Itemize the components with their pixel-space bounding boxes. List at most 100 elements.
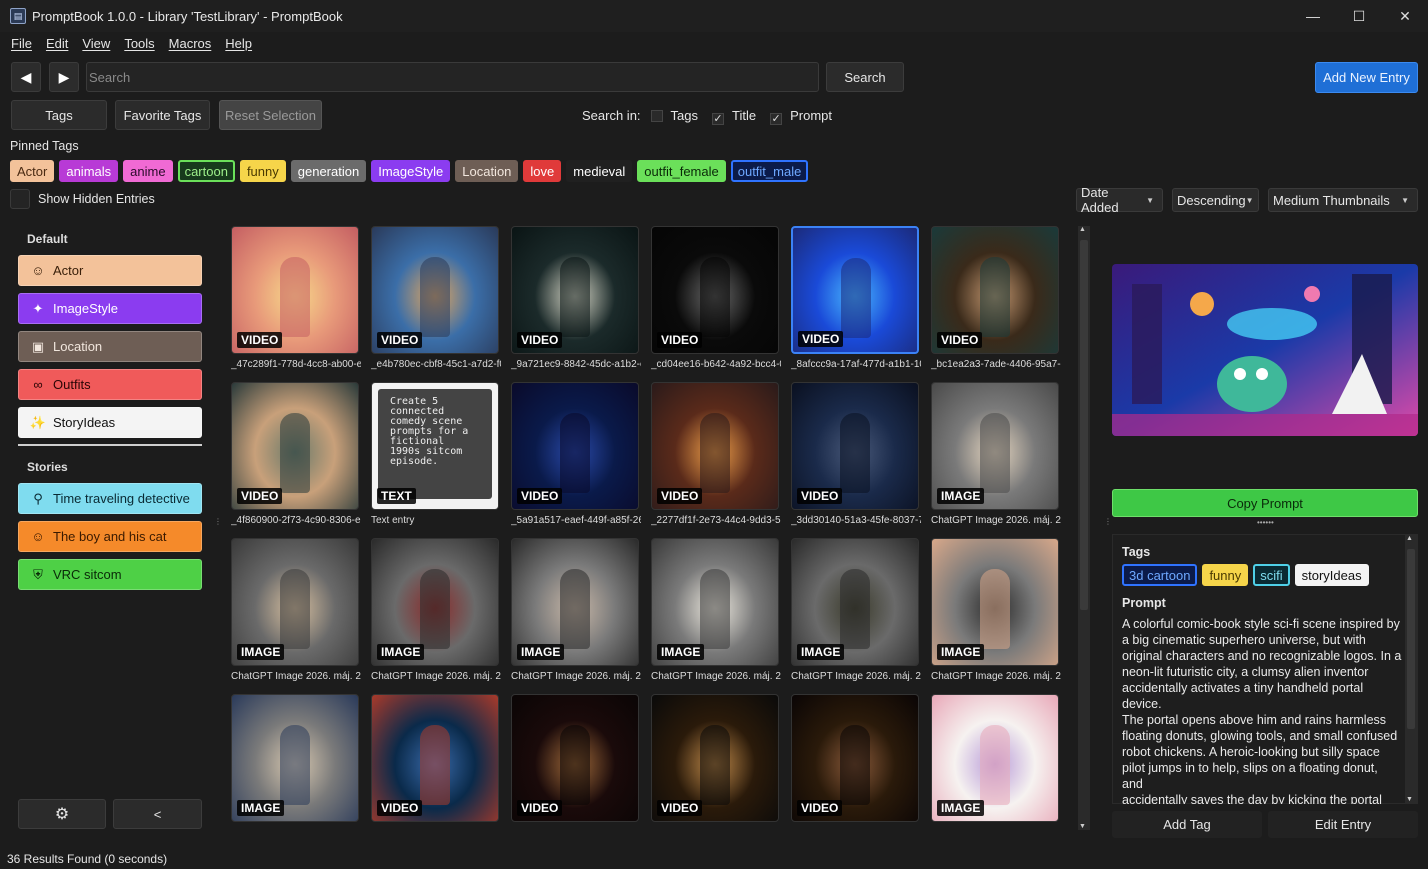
entry-thumbnail[interactable]: IMAGE	[511, 538, 639, 666]
pinned-tag-medieval[interactable]: medieval	[566, 160, 633, 182]
reset-selection-button[interactable]: Reset Selection	[219, 100, 322, 130]
detail-tag-3d-cartoon[interactable]: 3d cartoon	[1122, 564, 1198, 586]
sidebar-item-actor[interactable]: ☺ Actor	[18, 255, 202, 286]
entry-thumbnail[interactable]: IMAGE	[931, 694, 1059, 822]
splitter-handle-detail[interactable]: ⋮	[1104, 518, 1112, 526]
entry-thumbnail[interactable]: IMAGE	[791, 538, 919, 666]
entry-thumbnail[interactable]: IMAGE	[231, 694, 359, 822]
detail-tags: 3d cartoon funny scifi storyIdeas	[1122, 564, 1369, 586]
menu-macros[interactable]: Macros	[169, 36, 212, 51]
entry-thumbnail[interactable]: VIDEO	[791, 694, 919, 822]
sidebar-item-outfits[interactable]: ∞ Outfits	[18, 369, 202, 400]
menu-view[interactable]: View	[82, 36, 110, 51]
pinned-tag-cartoon[interactable]: cartoon	[177, 160, 235, 182]
settings-button[interactable]: ⚙	[18, 799, 106, 829]
grid-scrollbar[interactable]: ▲ ▼	[1078, 226, 1090, 830]
splitter-handle[interactable]: ⋮	[214, 518, 222, 534]
minimize-icon[interactable]: —	[1290, 0, 1336, 32]
entry-thumbnail[interactable]: IMAGE	[371, 538, 499, 666]
sort-field-dropdown[interactable]: Date Added ▼	[1076, 185, 1163, 215]
pinned-tag-love[interactable]: love	[523, 160, 562, 182]
search-in-tags[interactable]: Tags	[650, 108, 698, 125]
search-icon: ⚲	[33, 490, 43, 506]
search-button[interactable]: Search	[826, 62, 904, 92]
detail-tag-scifi[interactable]: scifi	[1253, 564, 1290, 586]
entry-thumbnail[interactable]: VIDEO	[651, 226, 779, 354]
close-icon[interactable]: ✕	[1382, 0, 1428, 32]
story-item-the-boy-and-his-cat[interactable]: ☺ The boy and his cat	[18, 521, 202, 552]
favorite-tags-button[interactable]: Favorite Tags	[115, 100, 210, 130]
collapse-sidebar-button[interactable]: <	[113, 799, 202, 829]
menu-tools[interactable]: Tools	[124, 36, 154, 51]
search-in-title[interactable]: ✓ Title	[712, 108, 756, 125]
person-icon: ☺	[31, 263, 45, 278]
entry-thumbnail[interactable]: IMAGE	[651, 538, 779, 666]
sort-order-dropdown[interactable]: Descending ▼	[1172, 188, 1259, 212]
thumbnail-subject	[560, 725, 590, 805]
copy-prompt-button[interactable]: Copy Prompt	[1112, 489, 1418, 517]
scroll-up-icon[interactable]: ▲	[1406, 535, 1413, 542]
detail-scrollbar[interactable]: ▲ ▼	[1405, 535, 1417, 803]
pinned-tag-actor[interactable]: Actor	[10, 160, 55, 182]
entry-thumbnail[interactable]: VIDEO	[511, 694, 639, 822]
sidebar-item-imagestyle[interactable]: ✦ ImageStyle	[18, 293, 202, 324]
search-input[interactable]	[86, 62, 819, 92]
entry-thumbnail[interactable]: VIDEO	[931, 226, 1059, 354]
add-tag-button[interactable]: Add Tag	[1112, 811, 1262, 838]
pinned-tag-funny[interactable]: funny	[239, 160, 286, 182]
pinned-tag-imagestyle[interactable]: ImageStyle	[371, 160, 451, 182]
show-hidden-checkbox[interactable]	[10, 189, 30, 209]
text-entry-thumbnail[interactable]: Create 5 connected comedy scene prompts …	[371, 382, 499, 510]
back-button[interactable]: ◀	[11, 62, 41, 92]
scroll-down-icon[interactable]: ▼	[1406, 796, 1413, 803]
entry-thumbnail[interactable]: VIDEO	[651, 694, 779, 822]
sort-order-value: Descending	[1177, 192, 1246, 208]
pinned-tag-location[interactable]: Location	[455, 160, 519, 182]
entry-thumbnail[interactable]: VIDEO	[511, 226, 639, 354]
entry-thumbnail[interactable]: IMAGE	[231, 538, 359, 666]
search-in-prompt[interactable]: ✓ Prompt	[770, 108, 832, 125]
scroll-up-icon[interactable]: ▲	[1079, 226, 1086, 233]
checkbox-prompt[interactable]: ✓	[770, 113, 783, 125]
menu-file[interactable]: File	[11, 36, 32, 51]
entry-thumbnail[interactable]: VIDEO	[791, 226, 919, 354]
forward-button[interactable]: ▶	[49, 62, 79, 92]
menu-help[interactable]: Help	[225, 36, 252, 51]
detail-tag-funny[interactable]: funny	[1202, 564, 1249, 586]
detail-tag-storyideas[interactable]: storyIdeas	[1294, 564, 1369, 586]
checkbox-tags[interactable]	[650, 110, 663, 122]
pinned-tag-outfit-female[interactable]: outfit_female	[637, 160, 726, 182]
pinned-tag-generation[interactable]: generation	[290, 160, 367, 182]
edit-entry-button[interactable]: Edit Entry	[1268, 811, 1418, 838]
entry-thumbnail[interactable]: VIDEO	[371, 694, 499, 822]
tags-button[interactable]: Tags	[11, 100, 107, 130]
sidebar-item-location[interactable]: ▣ Location	[18, 331, 202, 362]
grid-scrollbar-thumb[interactable]	[1080, 240, 1088, 610]
checkbox-title[interactable]: ✓	[712, 113, 725, 125]
entry-thumbnail[interactable]: VIDEO	[231, 226, 359, 354]
scroll-down-icon[interactable]: ▼	[1079, 823, 1086, 830]
entry-thumbnail[interactable]: VIDEO	[651, 382, 779, 510]
story-item-vrc-sitcom[interactable]: ⛨ VRC sitcom	[18, 559, 202, 590]
story-item-time-traveling-detective[interactable]: ⚲ Time traveling detective	[18, 483, 202, 514]
detail-scrollbar-thumb[interactable]	[1407, 549, 1415, 729]
entry-thumbnail[interactable]: IMAGE	[931, 538, 1059, 666]
menu-edit[interactable]: Edit	[46, 36, 68, 51]
splitter-handle-horizontal[interactable]: ••••••	[1257, 518, 1274, 527]
video-badge: VIDEO	[798, 331, 844, 347]
pinned-tag-outfit-male[interactable]: outfit_male	[730, 160, 809, 182]
maximize-icon[interactable]: ☐	[1336, 0, 1382, 32]
add-new-entry-button[interactable]: Add New Entry	[1315, 62, 1418, 93]
show-hidden-row[interactable]: Show Hidden Entries	[10, 189, 155, 209]
thumb-size-dropdown[interactable]: Medium Thumbnails ▼	[1268, 188, 1418, 212]
pinned-tag-anime[interactable]: anime	[123, 160, 173, 182]
entry-thumbnail[interactable]: IMAGE	[931, 382, 1059, 510]
thumbnail-subject	[980, 725, 1010, 805]
entry-thumbnail[interactable]: VIDEO	[511, 382, 639, 510]
entry-thumbnail[interactable]: VIDEO	[791, 382, 919, 510]
window-title: PromptBook 1.0.0 - Library 'TestLibrary'…	[32, 8, 343, 24]
entry-thumbnail[interactable]: VIDEO	[231, 382, 359, 510]
entry-thumbnail[interactable]: VIDEO	[371, 226, 499, 354]
sidebar-item-storyideas[interactable]: ✨ StoryIdeas	[18, 407, 202, 438]
pinned-tag-animals[interactable]: animals	[59, 160, 119, 182]
